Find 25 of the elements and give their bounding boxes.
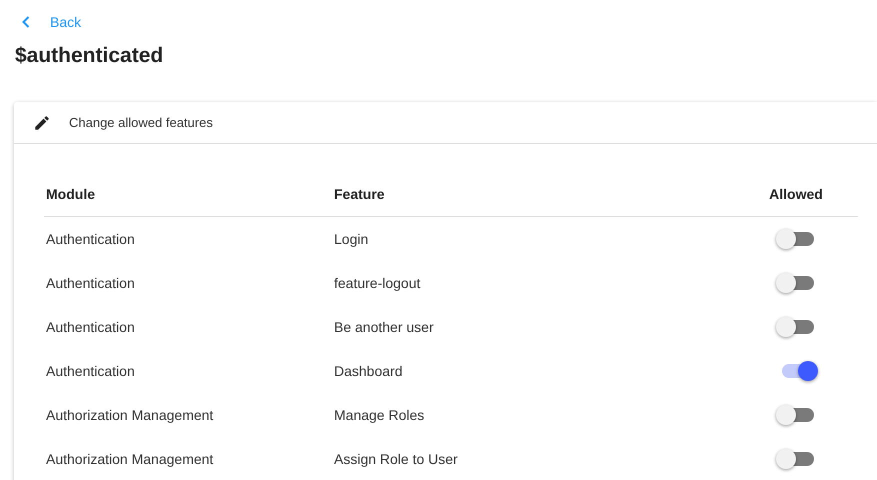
column-header: Feature <box>332 172 694 216</box>
toggle-switch[interactable] <box>776 228 816 250</box>
chevron-left-icon <box>22 16 30 28</box>
back-link[interactable]: Back <box>22 12 82 32</box>
card-header: Change allowed features <box>69 115 213 130</box>
pencil-icon <box>33 114 51 132</box>
table-cell-text: Manage Roles <box>333 406 426 425</box>
table-cell-text: Authorization Management <box>45 406 214 425</box>
table-cell-text: Authentication <box>45 362 136 381</box>
column-header: Allowed <box>694 172 858 216</box>
table-cell: Login <box>332 216 694 261</box>
column-header: Module <box>44 172 332 216</box>
page-title: $authenticated <box>15 43 164 69</box>
toggle-switch[interactable] <box>776 316 816 338</box>
toggle-switch[interactable] <box>776 404 816 426</box>
table-cell-text: Dashboard <box>333 362 404 381</box>
table-cell-text: Assign Role to User <box>333 450 459 469</box>
table-cell-text: Authentication <box>45 274 136 293</box>
table-cell-text: Authorization Management <box>45 450 214 469</box>
table-cell-text: Authentication <box>45 318 136 337</box>
table-cell-text: feature-logout <box>333 274 422 293</box>
toggle-switch[interactable] <box>776 272 816 294</box>
toggle-switch[interactable] <box>776 448 816 470</box>
table-cell-text: Be another user <box>333 318 435 337</box>
table-cell: Authentication <box>44 216 332 261</box>
